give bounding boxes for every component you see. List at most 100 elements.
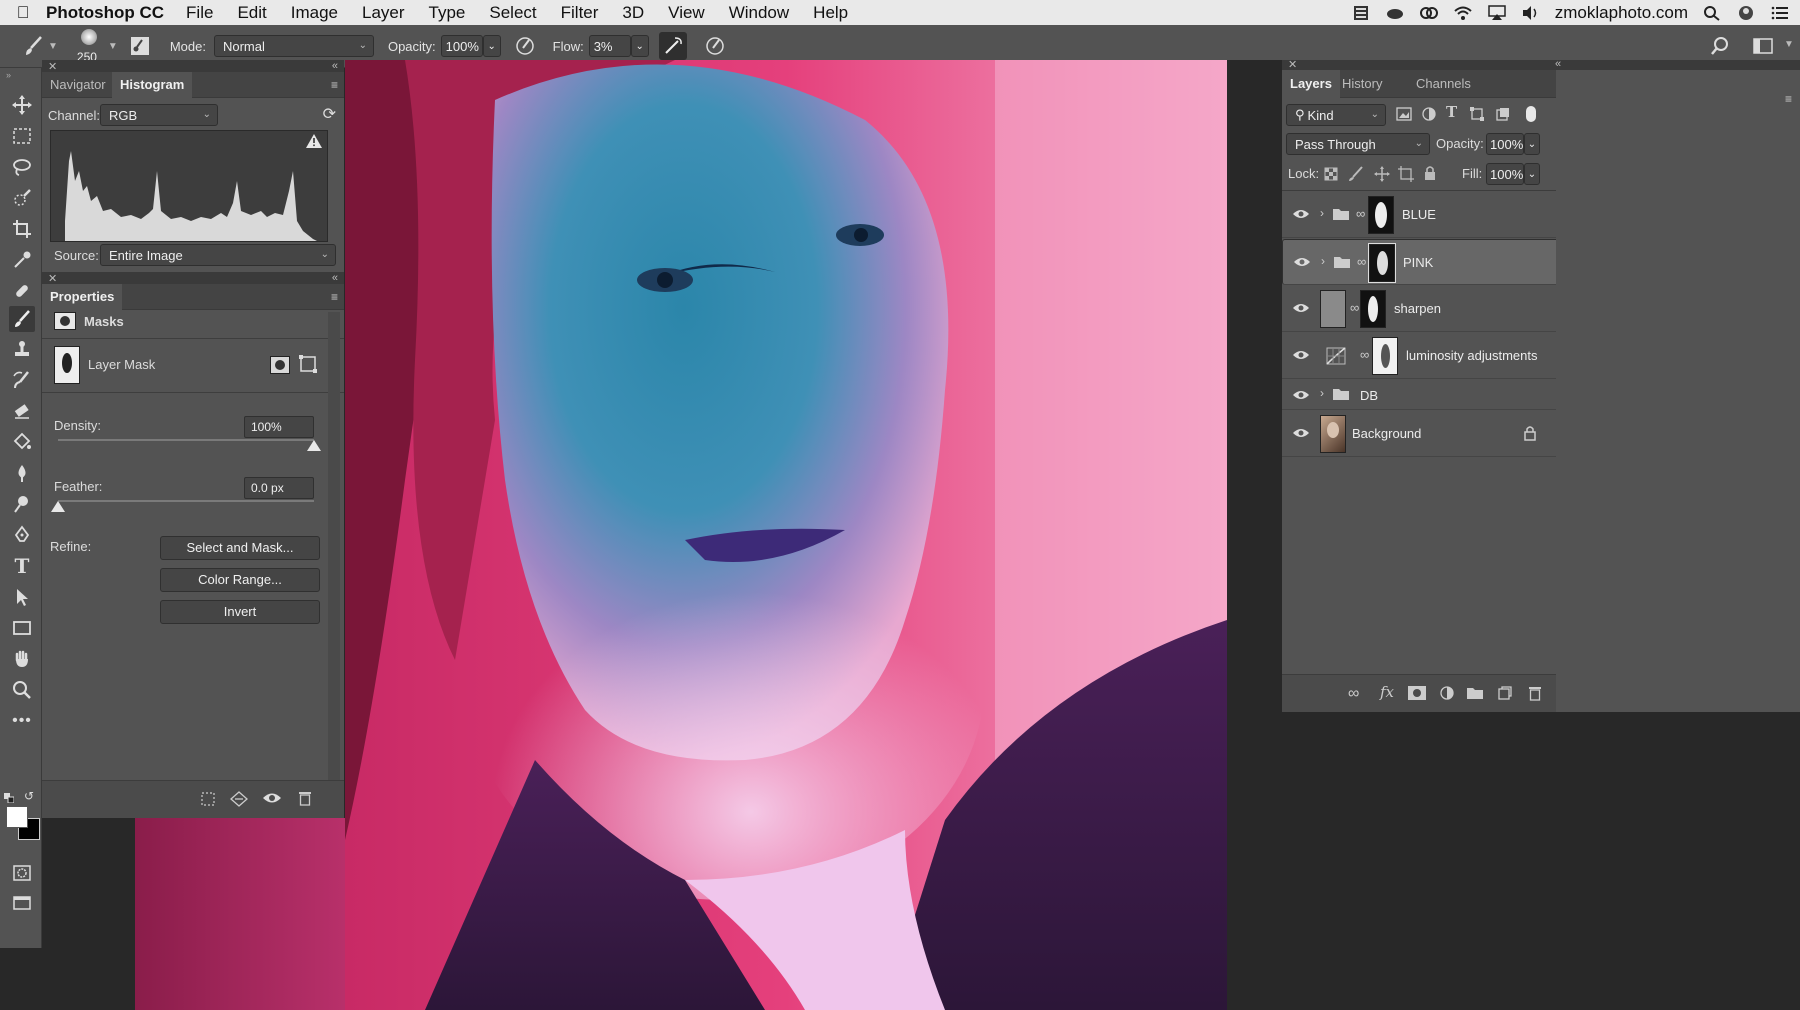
- layer-mask-thumbnail[interactable]: [1368, 196, 1394, 234]
- notification-center-icon[interactable]: [1770, 5, 1790, 21]
- workspace-chevron-icon[interactable]: ▼: [1784, 39, 1794, 50]
- lock-position-icon[interactable]: [1374, 166, 1390, 185]
- flow-field[interactable]: 3%: [588, 35, 631, 57]
- expand-group-icon[interactable]: ›: [1321, 254, 1325, 268]
- menu-3d[interactable]: 3D: [622, 3, 644, 23]
- select-and-mask-button[interactable]: Select and Mask...: [160, 536, 320, 560]
- link-icon[interactable]: ∞: [1356, 206, 1365, 221]
- eraser-tool-icon[interactable]: [9, 398, 35, 424]
- move-tool-icon[interactable]: [9, 92, 35, 118]
- panel-menu-icon[interactable]: ≡: [331, 78, 338, 92]
- rectangle-tool-icon[interactable]: [9, 615, 35, 641]
- quick-mask-icon[interactable]: [9, 860, 35, 886]
- refresh-histogram-icon[interactable]: ⟳: [323, 104, 336, 124]
- layer-thumbnail[interactable]: [1320, 415, 1346, 453]
- layer-name[interactable]: sharpen: [1394, 301, 1441, 316]
- channel-select[interactable]: RGB ⌄: [100, 104, 218, 126]
- layer-mask-thumbnail[interactable]: [1360, 290, 1386, 328]
- brush-tool-preset-icon[interactable]: [20, 32, 48, 60]
- tab-navigator[interactable]: Navigator: [42, 72, 114, 98]
- add-mask-icon[interactable]: [1408, 686, 1426, 700]
- curves-adjustment-icon[interactable]: [1326, 347, 1346, 365]
- link-icon[interactable]: ∞: [1350, 300, 1359, 315]
- filter-adjustment-icon[interactable]: [1422, 107, 1436, 124]
- airplay-icon[interactable]: [1487, 4, 1507, 21]
- screen-mode-icon[interactable]: [9, 890, 35, 916]
- layer-row-db[interactable]: › DB: [1282, 380, 1596, 410]
- collapse-panel-icon[interactable]: «: [1555, 58, 1561, 70]
- vector-mask-icon[interactable]: [298, 354, 318, 377]
- crop-tool-icon[interactable]: [9, 216, 35, 242]
- brush-tool-icon[interactable]: [9, 306, 35, 332]
- expand-group-icon[interactable]: ›: [1320, 386, 1324, 400]
- layer-mask-thumbnail[interactable]: [54, 346, 80, 384]
- pen-tool-icon[interactable]: [9, 522, 35, 548]
- feather-slider-handle[interactable]: [51, 501, 65, 512]
- link-layers-icon[interactable]: ∞: [1348, 685, 1359, 703]
- menu-edit[interactable]: Edit: [237, 3, 266, 23]
- creative-cloud-icon[interactable]: [1419, 5, 1439, 21]
- filmstrip-icon[interactable]: [1351, 5, 1371, 21]
- wifi-icon[interactable]: [1453, 5, 1473, 21]
- color-range-button[interactable]: Color Range...: [160, 568, 320, 592]
- marquee-tool-icon[interactable]: [9, 123, 35, 149]
- lock-artboard-icon[interactable]: [1398, 166, 1414, 185]
- invert-button[interactable]: Invert: [160, 600, 320, 624]
- workspace-switcher-icon[interactable]: [1750, 32, 1778, 60]
- app-menu[interactable]: Photoshop CC: [46, 3, 164, 23]
- tab-histogram[interactable]: Histogram: [112, 72, 193, 98]
- panel-drag-bar[interactable]: [42, 272, 344, 284]
- spotlight-search-icon[interactable]: [1702, 5, 1722, 21]
- volume-icon[interactable]: [1521, 5, 1541, 21]
- opacity-field[interactable]: 100%: [440, 35, 483, 57]
- layer-mask-thumbnail[interactable]: [1372, 337, 1398, 375]
- visibility-eye-icon[interactable]: [1292, 208, 1310, 220]
- layer-row-pink[interactable]: › ∞ PINK: [1282, 239, 1596, 285]
- filter-type-icon[interactable]: T: [1446, 103, 1457, 121]
- layer-name[interactable]: PINK: [1403, 255, 1433, 270]
- search-icon[interactable]: [1706, 32, 1734, 60]
- visibility-eye-icon[interactable]: [1293, 256, 1311, 268]
- layer-opacity-field[interactable]: 100%: [1486, 133, 1524, 155]
- layer-fill-field[interactable]: 100%: [1486, 163, 1524, 185]
- cloud-icon[interactable]: [1385, 5, 1405, 21]
- density-slider-handle[interactable]: [307, 440, 321, 451]
- quick-selection-tool-icon[interactable]: [9, 185, 35, 211]
- document-canvas[interactable]: [345, 60, 1227, 1010]
- zoom-tool-icon[interactable]: [9, 677, 35, 703]
- clone-stamp-tool-icon[interactable]: [9, 336, 35, 362]
- filter-toggle-icon[interactable]: [1526, 106, 1536, 122]
- tab-channels[interactable]: Channels: [1408, 70, 1479, 98]
- visibility-eye-icon[interactable]: [262, 791, 282, 808]
- mode-select[interactable]: Normal ⌄: [213, 35, 374, 57]
- layer-name[interactable]: Background: [1352, 426, 1421, 441]
- hand-tool-icon[interactable]: [9, 646, 35, 672]
- density-field[interactable]: 100%: [244, 416, 314, 438]
- lock-transparent-icon[interactable]: [1324, 167, 1338, 184]
- filter-kind-select[interactable]: ⚲ Kind ⌄: [1286, 104, 1386, 126]
- more-tools-icon[interactable]: •••: [9, 708, 35, 734]
- menu-select[interactable]: Select: [489, 3, 536, 23]
- load-selection-icon[interactable]: [200, 791, 216, 810]
- apple-icon[interactable]: : [0, 3, 46, 23]
- menu-layer[interactable]: Layer: [362, 3, 405, 23]
- flow-chevron-icon[interactable]: ⌄: [630, 35, 649, 57]
- density-slider-track[interactable]: [58, 439, 314, 441]
- pressure-size-icon[interactable]: [701, 32, 729, 60]
- tab-history[interactable]: History: [1334, 70, 1390, 98]
- link-icon[interactable]: ∞: [1360, 347, 1369, 362]
- panel-menu-icon[interactable]: ≡: [1785, 92, 1792, 106]
- visibility-eye-icon[interactable]: [1292, 389, 1310, 401]
- new-group-icon[interactable]: [1466, 686, 1484, 700]
- filter-pixel-icon[interactable]: [1396, 107, 1412, 124]
- brush-picker-chevron-icon[interactable]: ▼: [108, 41, 118, 52]
- source-select[interactable]: Entire Image ⌄: [100, 244, 336, 266]
- scrollbar[interactable]: [328, 312, 340, 782]
- foreground-color-swatch[interactable]: [6, 806, 28, 828]
- fx-icon[interactable]: fx: [1380, 683, 1394, 701]
- layer-name[interactable]: BLUE: [1402, 207, 1436, 222]
- panel-drag-bar[interactable]: [42, 60, 344, 72]
- eyedropper-tool-icon[interactable]: [9, 247, 35, 273]
- menu-view[interactable]: View: [668, 3, 705, 23]
- dodge-tool-icon[interactable]: [9, 491, 35, 517]
